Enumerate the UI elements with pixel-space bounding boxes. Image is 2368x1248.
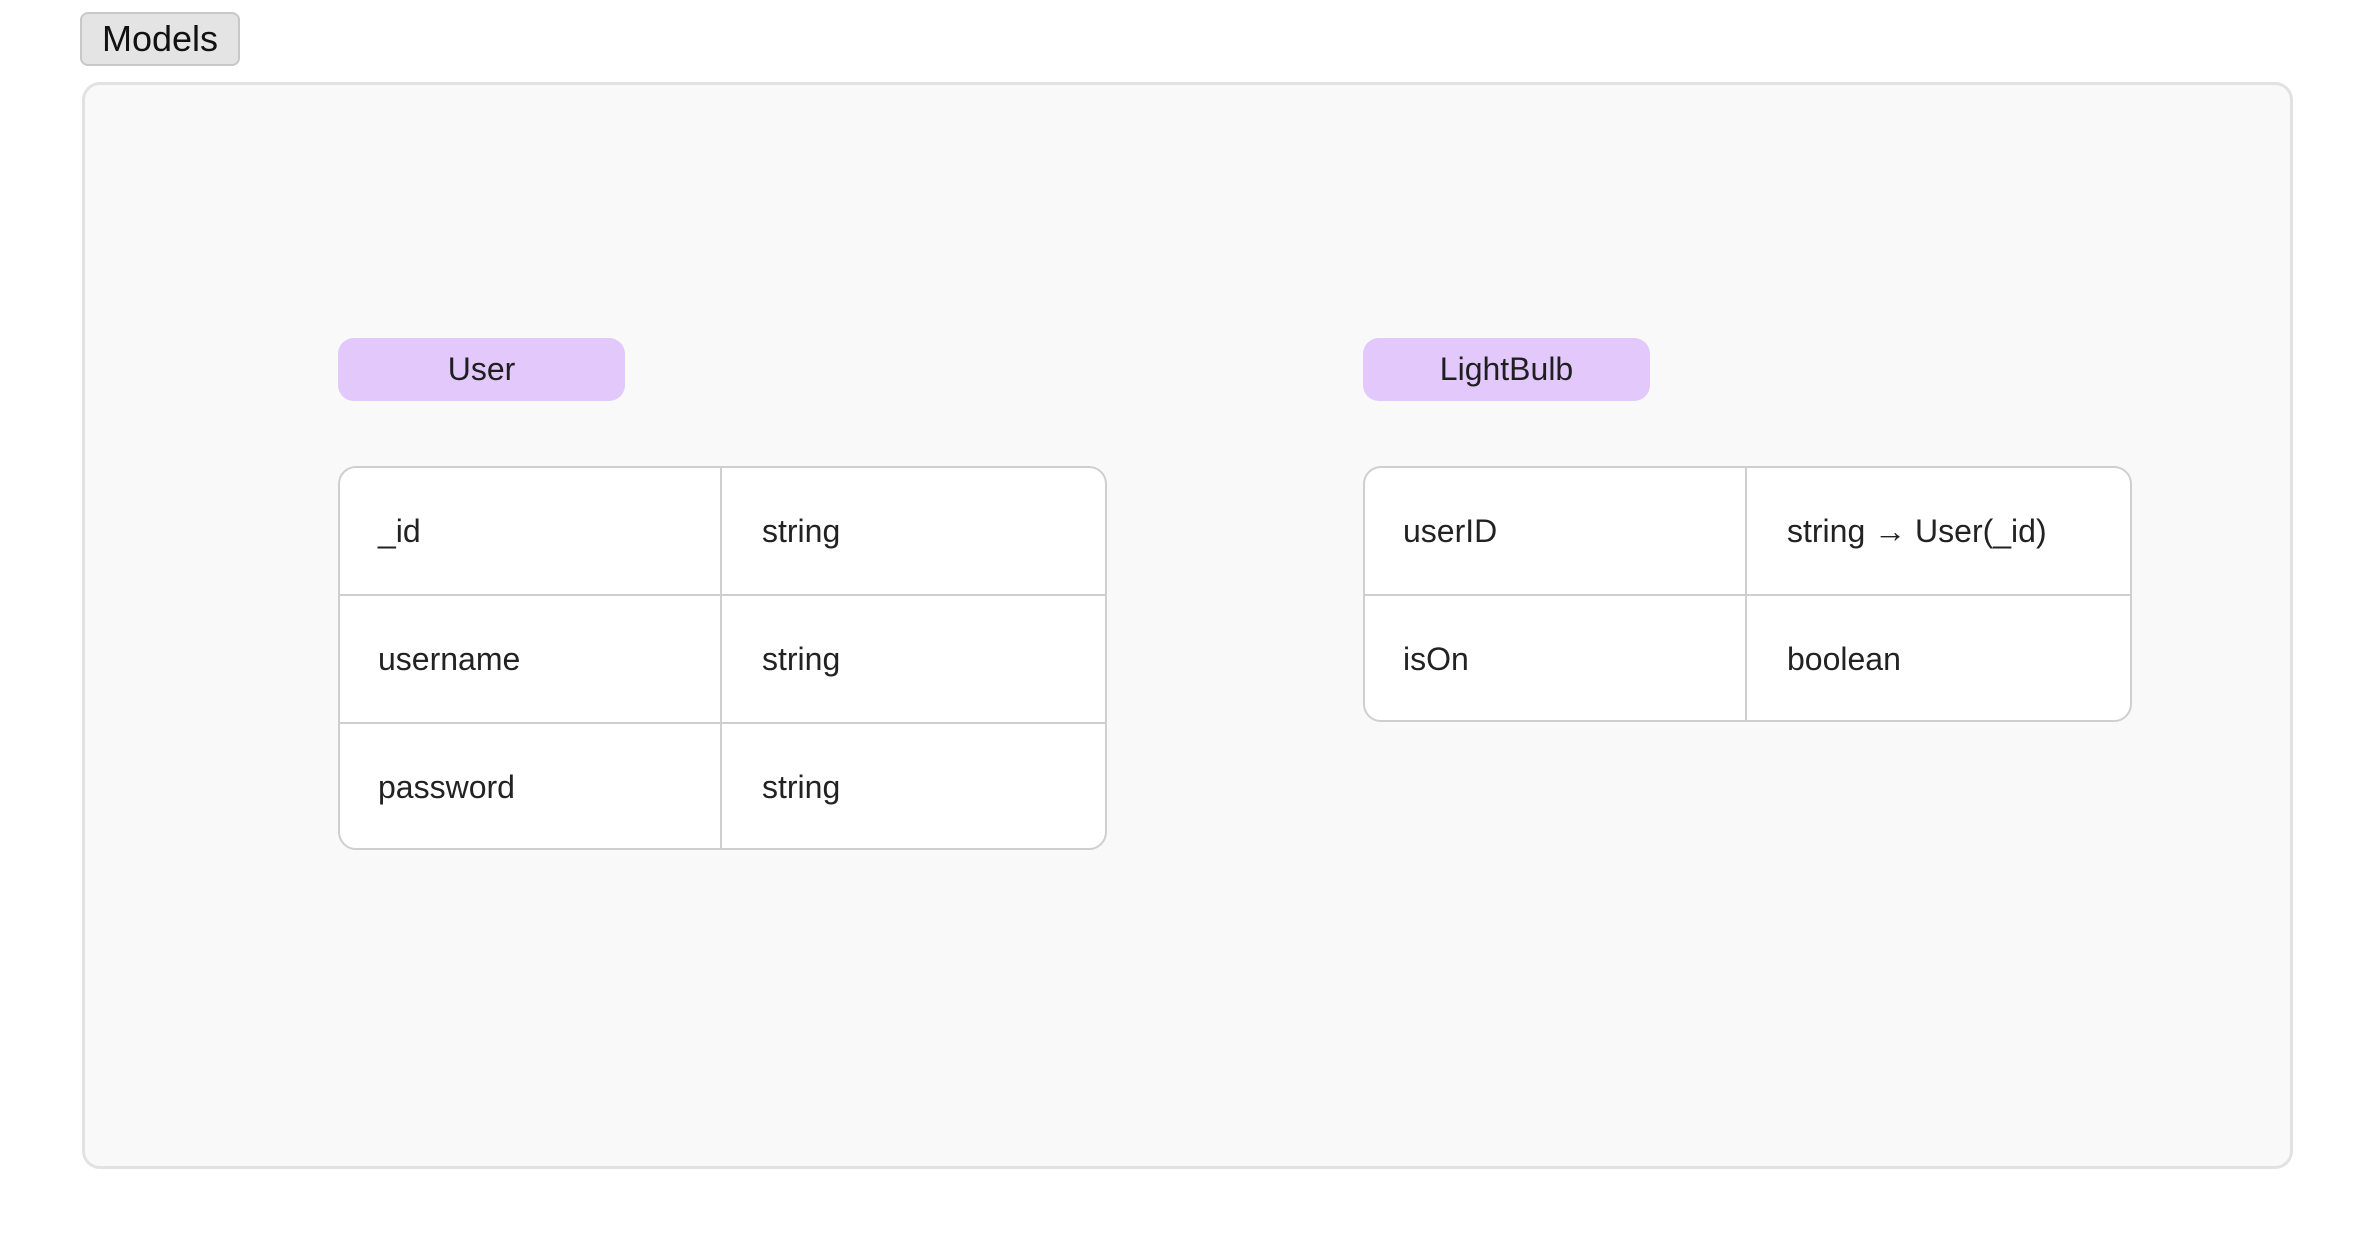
field-row: password string: [340, 722, 1105, 848]
field-name: username: [340, 596, 722, 722]
field-type: string: [762, 640, 841, 677]
field-name: isOn: [1365, 596, 1747, 720]
field-type: string: [762, 768, 841, 805]
field-row: isOn boolean: [1365, 594, 2130, 720]
field-type: boolean: [1787, 640, 1901, 677]
field-name: _id: [340, 468, 722, 594]
model-table-lightbulb: userID string → User(_id) isOn boolean: [1363, 466, 2132, 722]
models-tab[interactable]: Models: [80, 12, 240, 66]
models-canvas: User _id string username string password…: [82, 82, 2293, 1169]
field-row: username string: [340, 594, 1105, 722]
field-name: userID: [1365, 468, 1747, 594]
field-type: string: [762, 512, 841, 549]
model-label-lightbulb: LightBulb: [1363, 338, 1650, 401]
field-name: password: [340, 724, 722, 848]
model-table-user: _id string username string password stri…: [338, 466, 1107, 850]
field-type: string → User(_id): [1787, 512, 2047, 549]
model-label-user: User: [338, 338, 625, 401]
field-row: _id string: [340, 468, 1105, 594]
field-row: userID string → User(_id): [1365, 468, 2130, 594]
